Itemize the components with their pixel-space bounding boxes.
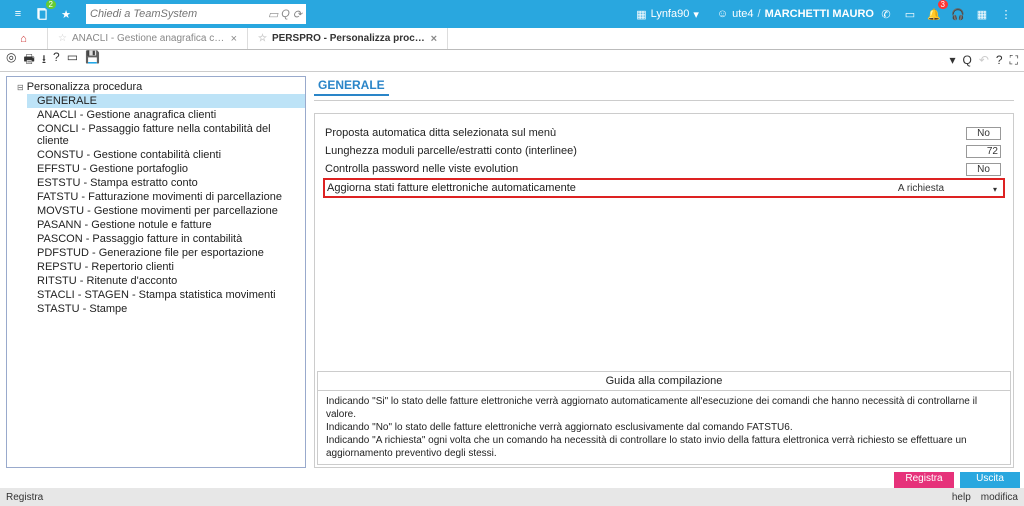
form-row-controlla: Controlla password nelle viste evolution… [325,160,1003,178]
chat-icon[interactable]: ▭ [268,8,278,21]
calc-icon[interactable]: ▭ [67,50,78,71]
status-bar: Registra help modifica [0,488,1024,506]
guide-title: Guida alla compilazione [318,372,1010,391]
star-icon[interactable]: ★ [54,2,78,26]
tree-root-label: Personalizza procedura [27,81,143,93]
tree-item-generale[interactable]: GENERALE [27,94,305,108]
uscita-button[interactable]: Uscita [960,472,1020,488]
tab-perspro[interactable]: ☆ PERSPRO - Personalizza procedura × [248,28,448,49]
tab-anacli[interactable]: ☆ ANACLI - Gestione anagrafica clienti × [48,28,248,49]
status-left: Registra [6,492,43,503]
form-label: Aggiorna stati fatture elettroniche auto… [327,182,841,194]
clock-icon[interactable]: ⟳ [293,8,302,21]
expand-icon[interactable]: ⛶ [1010,53,1018,68]
guide-box: Guida alla compilazione Indicando "Si" l… [317,371,1011,465]
tab-label: PERSPRO - Personalizza procedura [272,33,426,44]
form-area: Proposta automatica ditta selezionata su… [314,113,1014,468]
tab-star-icon[interactable]: ☆ [258,33,267,44]
tree-item[interactable]: PASANN - Gestione notule e fatture [27,218,305,232]
tabs-row: ⌂ ☆ ANACLI - Gestione anagrafica clienti… [0,28,1024,50]
status-modifica[interactable]: modifica [981,492,1018,503]
calendar-icon[interactable]: ▦ [970,2,994,26]
tree-item[interactable]: FATSTU - Fatturazione movimenti di parce… [27,190,305,204]
tab-label: ANACLI - Gestione anagrafica clienti [72,33,226,44]
search-icon[interactable]: Q [963,53,972,68]
more-icon[interactable]: ⋮ [994,2,1018,26]
guide-body: Indicando "Si" lo stato delle fatture el… [318,391,1010,464]
chevron-down-icon[interactable]: ▾ [693,8,699,21]
toolbar: ◎ 🖶 ⭳ ? ▭ 💾 ▾ Q ↶ ? ⛶ [0,50,1024,72]
registra-button[interactable]: Registra [894,472,954,488]
home-icon[interactable]: ⌂ [0,28,48,49]
chevron-down-icon[interactable]: ▾ [993,185,997,194]
form-row-proposta: Proposta automatica ditta selezionata su… [325,124,1003,142]
search-input[interactable] [90,8,268,20]
section-header: GENERALE [314,76,389,96]
value-input[interactable]: 72 [966,145,1001,158]
tab-star-icon[interactable]: ☆ [58,33,67,44]
tree-item[interactable]: RITSTU - Ritenute d'acconto [27,274,305,288]
user-sep: / [758,8,761,20]
tree-root-node[interactable]: ⊟ Personalizza procedura [7,80,305,94]
card-icon[interactable]: ▭ [898,2,922,26]
user-id: ute4 [732,8,753,20]
status-help[interactable]: help [952,492,971,503]
help-icon[interactable]: ? [53,50,60,71]
tree-item[interactable]: REPSTU - Repertorio clienti [27,260,305,274]
tree-item[interactable]: CONSTU - Gestione contabilità clienti [27,148,305,162]
help-icon[interactable]: ? [996,53,1003,68]
tree-item[interactable]: STACLI - STAGEN - Stampa statistica movi… [27,288,305,302]
grid-icon[interactable]: ▦ [636,8,646,21]
tab-close-icon[interactable]: × [431,33,437,45]
tree-item[interactable]: PDFSTUD - Generazione file per esportazi… [27,246,305,260]
value-toggle[interactable]: No [966,163,1001,176]
phone-icon[interactable]: ✆ [874,2,898,26]
lynfa-label[interactable]: Lynfa90 [651,8,690,20]
search-box[interactable]: ▭ Q ⟳ [86,4,306,24]
tree-item[interactable]: MOVSTU - Gestione movimenti per parcella… [27,204,305,218]
form-row-lunghezza: Lunghezza moduli parcelle/estratti conto… [325,142,1003,160]
tree-item[interactable]: ESTSTU - Stampa estratto conto [27,176,305,190]
print-icon[interactable]: 🖶 [23,50,34,71]
tab-close-icon[interactable]: × [231,33,237,45]
bell-icon[interactable]: 🔔3 [922,2,946,26]
menu-icon[interactable]: ≡ [6,2,30,26]
form-row-aggiorna: Aggiorna stati fatture elettroniche auto… [323,178,1005,198]
form-label: Proposta automatica ditta selezionata su… [325,127,966,139]
search-icon[interactable]: Q [281,8,290,21]
collapse-icon[interactable]: ⊟ [17,83,24,92]
undo-icon[interactable]: ↶ [979,53,989,68]
camera-icon[interactable]: ◎ [6,50,16,71]
user-info: ▦ Lynfa90 ▾ ☺ ute4 / MARCHETTI MAURO [636,8,874,21]
form-label: Lunghezza moduli parcelle/estratti conto… [325,145,966,157]
save-icon[interactable]: 💾 [85,50,100,71]
chevron-down-icon[interactable]: ▾ [949,53,955,68]
tree-item[interactable]: STASTU - Stampe [27,302,305,316]
user-icon[interactable]: ☺ [717,8,728,20]
value-dropdown[interactable]: A richiesta ▾ [841,183,1001,194]
tree-item[interactable]: ANACLI - Gestione anagrafica clienti [27,108,305,122]
tree-item[interactable]: CONCLI - Passaggio fatture nella contabi… [27,122,305,148]
download-icon[interactable]: ⭳ [42,50,46,71]
headset-icon[interactable]: 🎧 [946,2,970,26]
main-area: ⊟ Personalizza procedura GENERALE ANACLI… [0,72,1024,472]
footer: Registra Uscita Registra help modifica [0,472,1024,506]
tree-item[interactable]: EFFSTU - Gestione portafoglio [27,162,305,176]
value-toggle[interactable]: No [966,127,1001,140]
top-bar: ≡ 2 ★ ▭ Q ⟳ ▦ Lynfa90 ▾ ☺ ute4 / MARCHET… [0,0,1024,28]
doc-icon[interactable]: 2 [30,2,54,26]
form-label: Controlla password nelle viste evolution [325,163,966,175]
tree-panel: ⊟ Personalizza procedura GENERALE ANACLI… [6,76,306,468]
tree-item[interactable]: PASCON - Passaggio fatture in contabilit… [27,232,305,246]
user-name: MARCHETTI MAURO [765,8,874,20]
content-panel: GENERALE Proposta automatica ditta selez… [308,72,1024,472]
